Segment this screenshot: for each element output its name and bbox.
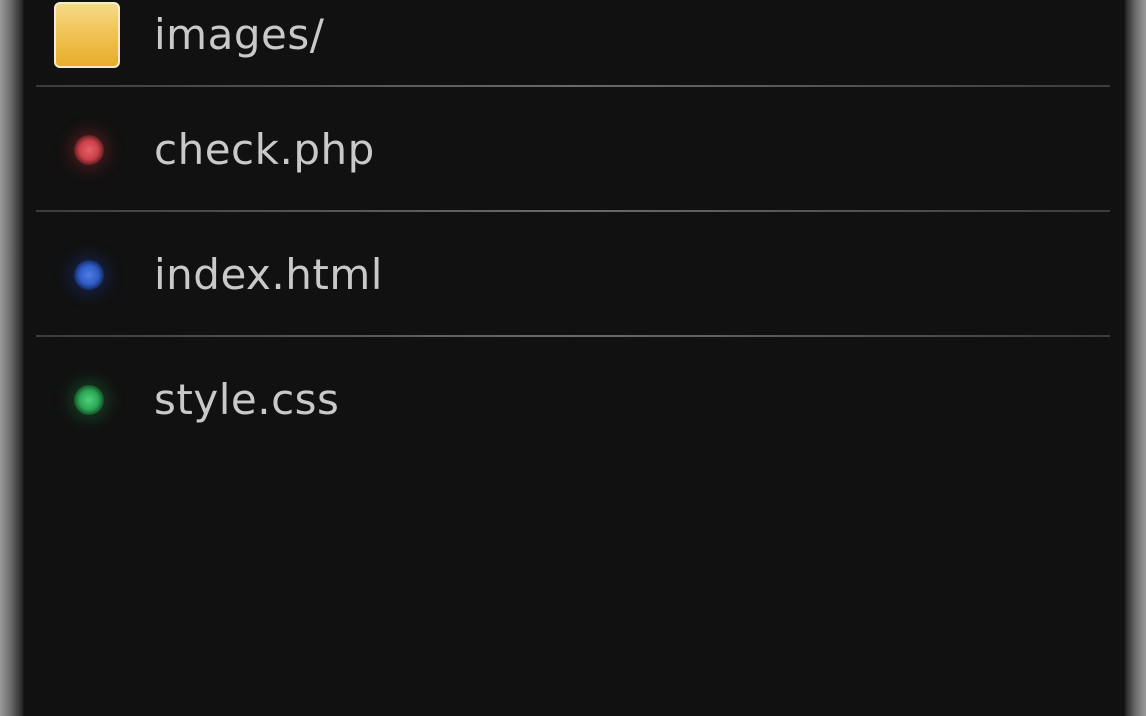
- file-browser-panel: images/ check.php index.html style.css: [24, 0, 1124, 716]
- icon-slot: [24, 384, 154, 415]
- list-item-check-php[interactable]: check.php: [24, 87, 1124, 212]
- file-name: style.css: [154, 375, 340, 424]
- file-name: index.html: [154, 250, 383, 299]
- window-frame: images/ check.php index.html style.css: [0, 0, 1146, 716]
- icon-slot: [24, 134, 154, 165]
- list-item-images-folder[interactable]: images/: [24, 0, 1124, 87]
- list-item-style-css[interactable]: style.css: [24, 337, 1124, 462]
- blue-dot-icon: [74, 259, 104, 290]
- red-dot-icon: [74, 134, 104, 165]
- file-name: check.php: [154, 125, 375, 174]
- folder-icon: [54, 1, 120, 68]
- file-list: images/ check.php index.html style.css: [24, 0, 1124, 462]
- green-dot-icon: [74, 384, 104, 415]
- file-name: images/: [154, 10, 325, 59]
- icon-slot: [24, 259, 154, 290]
- list-item-index-html[interactable]: index.html: [24, 212, 1124, 337]
- icon-slot: [24, 1, 154, 68]
